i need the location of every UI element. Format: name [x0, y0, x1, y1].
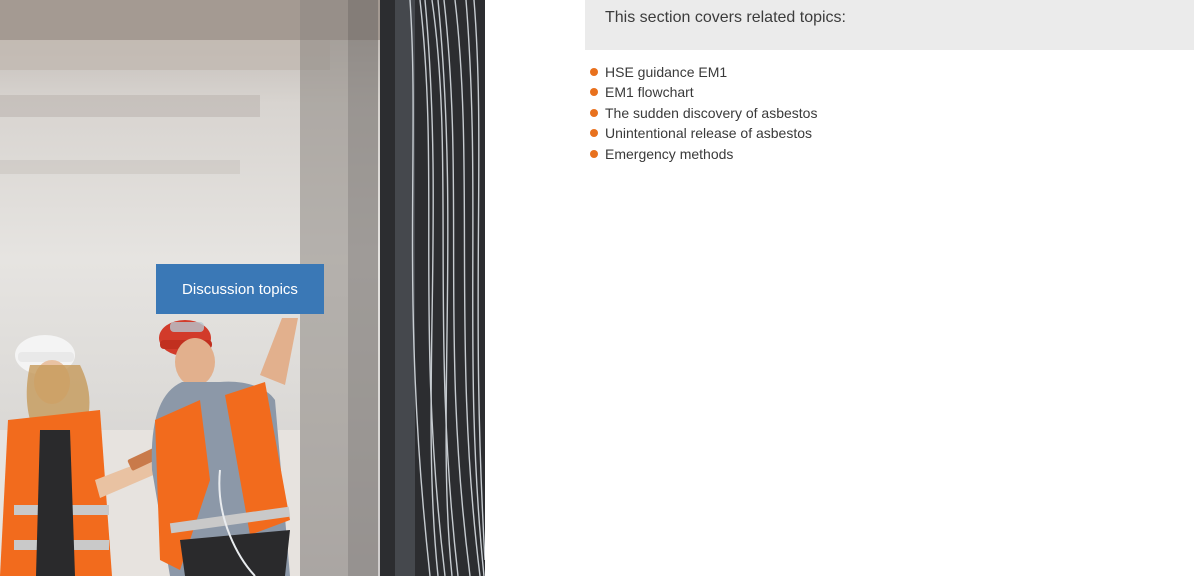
bullet-icon [590, 108, 598, 117]
discussion-topics-button[interactable]: Discussion topics [156, 264, 324, 314]
bullet-icon [590, 129, 598, 138]
bullet-icon [590, 88, 598, 97]
list-item[interactable]: Unintentional release of asbestos [588, 123, 817, 143]
topic-link[interactable]: Emergency methods [605, 146, 733, 162]
topic-link[interactable]: Unintentional release of asbestos [605, 125, 812, 141]
topic-link[interactable]: The sudden discovery of asbestos [605, 105, 817, 121]
list-item[interactable]: The sudden discovery of asbestos [588, 103, 817, 123]
related-topics-banner: This section covers related topics: [585, 0, 1194, 50]
related-topics-list: HSE guidance EM1 EM1 flowchart The sudde… [588, 62, 817, 164]
list-item[interactable]: HSE guidance EM1 [588, 62, 817, 82]
topic-link[interactable]: EM1 flowchart [605, 84, 694, 100]
topic-link[interactable]: HSE guidance EM1 [605, 64, 727, 80]
bullet-icon [590, 68, 598, 76]
list-item[interactable]: EM1 flowchart [588, 82, 817, 102]
related-topics-heading: This section covers related topics: [605, 9, 846, 26]
bullet-icon [590, 149, 598, 158]
list-item[interactable]: Emergency methods [588, 144, 817, 164]
hero-photo: Discussion topics [0, 0, 485, 576]
